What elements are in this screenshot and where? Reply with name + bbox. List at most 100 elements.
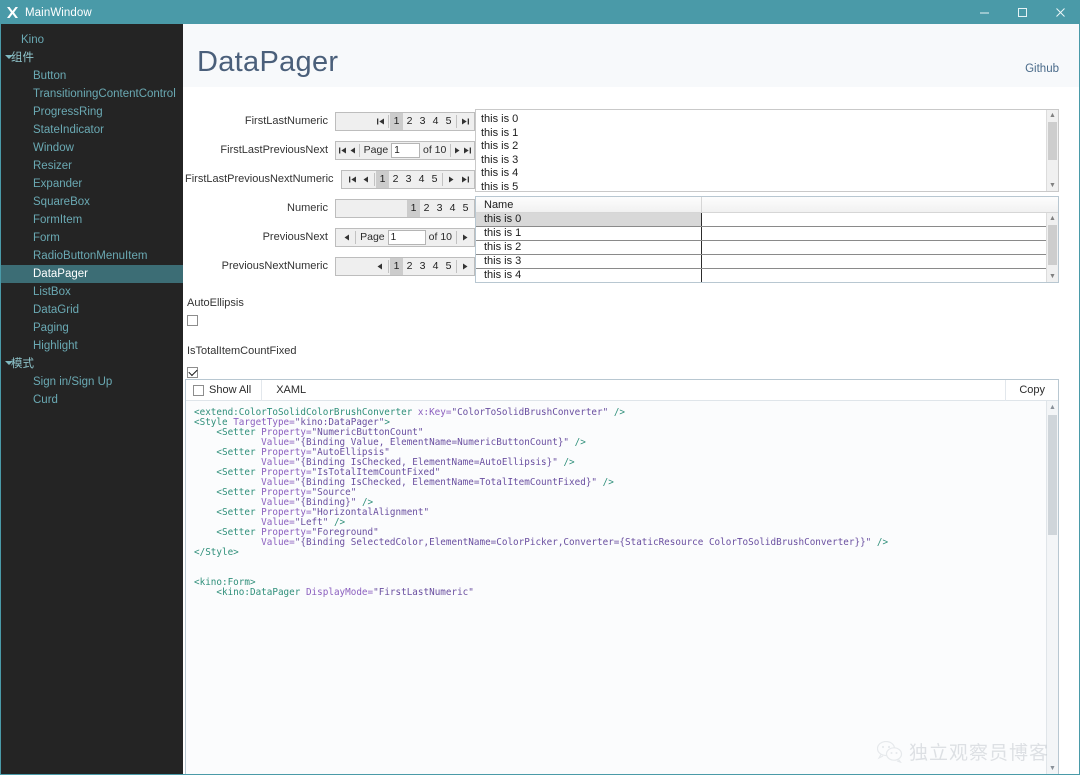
previous-page-button[interactable]	[359, 171, 373, 188]
scrollbar-thumb[interactable]	[1048, 225, 1057, 265]
column-header-name[interactable]: Name	[476, 197, 702, 212]
page-number-button[interactable]: 1	[390, 112, 403, 130]
expander-arrow-icon[interactable]	[5, 361, 13, 365]
datapager-numeric[interactable]: 12345	[335, 198, 475, 218]
next-page-button[interactable]	[444, 171, 458, 188]
listbox-scrollbar[interactable]: ▲ ▼	[1046, 110, 1058, 191]
page-number-input[interactable]: 1	[391, 142, 420, 158]
sidebar-item-kino[interactable]: Kino	[1, 31, 183, 49]
sidebar-item-datagrid[interactable]: DataGrid	[1, 301, 183, 319]
show-all-toggle[interactable]: Show All	[186, 380, 263, 401]
maximize-button[interactable]	[1003, 1, 1041, 24]
page-number-button[interactable]: 4	[429, 258, 442, 275]
sidebar-item-listbox[interactable]: ListBox	[1, 283, 183, 301]
next-page-button[interactable]	[458, 258, 472, 275]
scroll-down-icon[interactable]: ▼	[1047, 762, 1058, 774]
page-number-button[interactable]: 1	[407, 199, 420, 217]
table-row[interactable]: this is 1	[476, 227, 1058, 241]
last-page-button[interactable]	[462, 142, 472, 159]
page-number-button[interactable]: 2	[403, 113, 416, 130]
list-item[interactable]: this is 4	[481, 167, 1058, 181]
page-number-button[interactable]: 2	[403, 258, 416, 275]
page-number-button[interactable]: 3	[416, 258, 429, 275]
sidebar-item-window[interactable]: Window	[1, 139, 183, 157]
page-number-button[interactable]: 3	[402, 171, 415, 188]
datapager-firstlastnumeric[interactable]: 12345	[335, 111, 475, 131]
github-link[interactable]: Github	[1025, 63, 1059, 79]
datapager-firstlastpreviousnextnumeric[interactable]: 12345	[340, 169, 475, 189]
sidebar-item-[interactable]: 组件	[1, 49, 183, 67]
datagrid-scrollbar[interactable]: ▲ ▼	[1046, 213, 1058, 282]
show-all-checkbox[interactable]	[193, 384, 204, 396]
list-item[interactable]: this is 2	[481, 140, 1058, 154]
page-number-button[interactable]: 1	[376, 170, 389, 188]
table-row[interactable]: this is 4	[476, 269, 1058, 282]
page-number-input[interactable]: 1	[387, 229, 426, 245]
sidebar-item-form[interactable]: Form	[1, 229, 183, 247]
page-number-button[interactable]: 5	[442, 258, 455, 275]
page-number-button[interactable]: 4	[415, 171, 428, 188]
last-page-button[interactable]	[458, 113, 472, 130]
expander-arrow-icon[interactable]	[5, 55, 13, 59]
previous-page-button[interactable]	[373, 258, 387, 275]
scroll-down-icon[interactable]: ▼	[1047, 271, 1058, 282]
code-scrollbar[interactable]: ▲ ▼	[1046, 401, 1058, 774]
sidebar-item-transitioningcontentcontrol[interactable]: TransitioningContentControl	[1, 85, 183, 103]
page-number-button[interactable]: 3	[416, 113, 429, 130]
page-number-button[interactable]: 4	[446, 200, 459, 217]
code-editor[interactable]: <extend:ColorToSolidColorBrushConverter …	[186, 401, 1058, 774]
sidebar-item-radiobuttonmenuitem[interactable]: RadioButtonMenuItem	[1, 247, 183, 265]
list-item[interactable]: this is 3	[481, 154, 1058, 168]
list-item[interactable]: this is 5	[481, 181, 1058, 192]
page-number-button[interactable]: 5	[428, 171, 441, 188]
table-row[interactable]: this is 0	[476, 213, 1058, 227]
page-number-button[interactable]: 4	[429, 113, 442, 130]
sidebar-item-squarebox[interactable]: SquareBox	[1, 193, 183, 211]
minimize-button[interactable]	[965, 1, 1003, 24]
page-number-button[interactable]: 5	[442, 113, 455, 130]
tab-xaml[interactable]: XAML	[262, 380, 320, 401]
sidebar-item-datapager[interactable]: DataPager	[1, 265, 183, 283]
page-number-button[interactable]: 3	[433, 200, 446, 217]
sidebar-item-paging[interactable]: Paging	[1, 319, 183, 337]
previous-page-button[interactable]	[348, 142, 358, 159]
next-page-button[interactable]	[452, 142, 462, 159]
first-page-button[interactable]	[373, 113, 387, 130]
sidebar-item-progressring[interactable]: ProgressRing	[1, 103, 183, 121]
is-total-item-count-fixed-checkbox[interactable]	[187, 367, 198, 378]
close-button[interactable]	[1041, 1, 1079, 24]
scrollbar-thumb[interactable]	[1048, 122, 1057, 160]
scroll-up-icon[interactable]: ▲	[1047, 110, 1058, 121]
page-number-button[interactable]: 2	[420, 200, 433, 217]
sidebar-item-[interactable]: 模式	[1, 355, 183, 373]
first-page-button[interactable]	[345, 171, 359, 188]
sidebar-item-curd[interactable]: Curd	[1, 391, 183, 409]
scroll-up-icon[interactable]: ▲	[1047, 401, 1058, 413]
last-page-button[interactable]	[458, 171, 472, 188]
scroll-up-icon[interactable]: ▲	[1047, 213, 1058, 224]
list-item[interactable]: this is 1	[481, 127, 1058, 141]
sidebar-item-expander[interactable]: Expander	[1, 175, 183, 193]
scroll-down-icon[interactable]: ▼	[1047, 180, 1058, 191]
datapager-previousnext[interactable]: Page 1 of 10	[335, 227, 475, 247]
datapager-previousnextnumeric[interactable]: 12345	[335, 256, 475, 276]
sidebar-item-stateindicator[interactable]: StateIndicator	[1, 121, 183, 139]
sidebar-item-resizer[interactable]: Resizer	[1, 157, 183, 175]
page-number-button[interactable]: 5	[459, 200, 472, 217]
page-number-button[interactable]: 1	[390, 257, 403, 275]
page-number-button[interactable]: 2	[389, 171, 402, 188]
sidebar-item-formitem[interactable]: FormItem	[1, 211, 183, 229]
table-row[interactable]: this is 3	[476, 255, 1058, 269]
sidebar-item-button[interactable]: Button	[1, 67, 183, 85]
sidebar-item-sign-in-sign-up[interactable]: Sign in/Sign Up	[1, 373, 183, 391]
column-header-blank[interactable]	[702, 197, 1058, 212]
previous-page-button[interactable]	[340, 229, 354, 246]
datapager-firstlastpreviousnext[interactable]: Page 1 of 10	[335, 140, 475, 160]
list-item[interactable]: this is 0	[481, 113, 1058, 127]
sidebar-item-highlight[interactable]: Highlight	[1, 337, 183, 355]
next-page-button[interactable]	[458, 229, 472, 246]
first-page-button[interactable]	[338, 142, 348, 159]
auto-ellipsis-checkbox[interactable]	[187, 315, 198, 326]
table-row[interactable]: this is 2	[476, 241, 1058, 255]
scrollbar-thumb[interactable]	[1048, 415, 1057, 535]
